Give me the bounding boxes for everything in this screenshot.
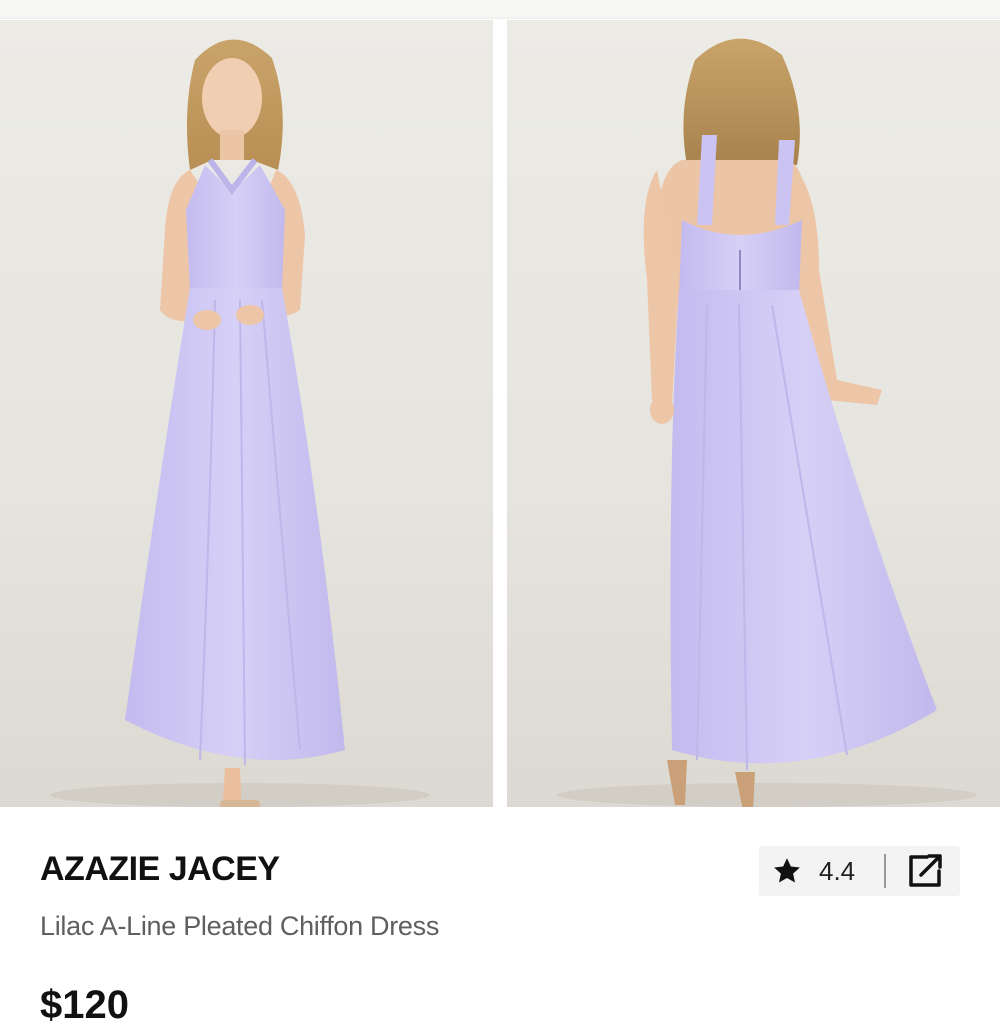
rating-value: 4.4 bbox=[819, 856, 856, 886]
share-external-icon bbox=[909, 854, 942, 887]
product-image-back[interactable] bbox=[507, 20, 1000, 807]
product-brand: AZAZIE JACEY bbox=[40, 850, 280, 888]
top-bar bbox=[0, 0, 1000, 19]
star-icon bbox=[774, 858, 800, 883]
rating-share-box: 4.4 bbox=[759, 846, 960, 896]
product-name: Lilac A-Line Pleated Chiffon Dress bbox=[40, 911, 440, 941]
product-price: $120 bbox=[40, 983, 129, 1027]
product-image-front[interactable] bbox=[0, 20, 493, 807]
divider bbox=[884, 854, 886, 888]
share-button[interactable] bbox=[905, 851, 947, 891]
